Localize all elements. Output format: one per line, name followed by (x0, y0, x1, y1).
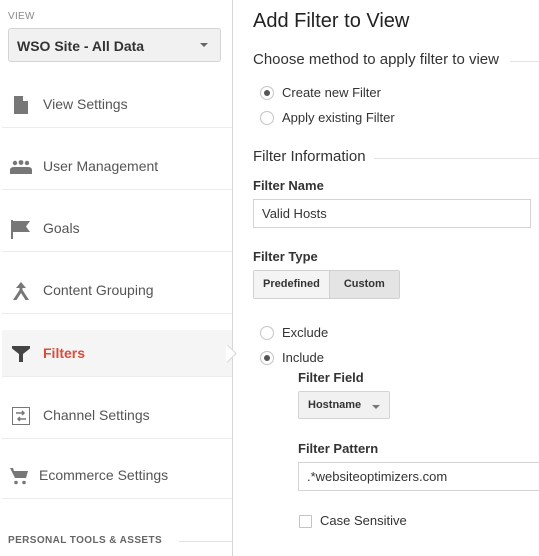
view-selector[interactable]: WSO Site - All Data (8, 28, 221, 62)
radio-button[interactable] (260, 351, 274, 365)
sidebar-item-filters[interactable]: Filters (2, 330, 232, 377)
filter-pattern-label: Filter Pattern (298, 441, 379, 456)
view-selector-value: WSO Site - All Data (17, 38, 145, 54)
info-section-title: Filter Information (253, 148, 366, 165)
flag-icon (10, 219, 32, 239)
radio-button[interactable] (260, 326, 274, 340)
tab-predefined[interactable]: Predefined (254, 271, 329, 298)
sidebar-item-label: User Management (43, 158, 159, 174)
tab-custom[interactable]: Custom (328, 271, 399, 298)
channel-settings-icon (10, 406, 32, 426)
filter-field-dropdown[interactable]: Hostname (298, 391, 390, 419)
sidebar: VIEW WSO Site - All Data View Settings U… (0, 0, 233, 556)
view-label: VIEW (8, 11, 35, 22)
filter-type-label: Filter Type (253, 249, 318, 264)
sidebar-item-label: Filters (43, 345, 86, 361)
sidebar-item-user-management[interactable]: User Management (2, 143, 232, 190)
section-divider (510, 61, 539, 62)
sidebar-item-channel-settings[interactable]: Channel Settings (2, 392, 232, 439)
radio-label: Apply existing Filter (282, 110, 395, 125)
filter-pattern-input[interactable] (298, 462, 539, 491)
content-grouping-icon (10, 281, 32, 301)
radio-button[interactable] (260, 86, 274, 100)
sidebar-item-goals[interactable]: Goals (2, 205, 232, 252)
sidebar-item-ecommerce-settings[interactable]: Ecommerce Settings (2, 452, 232, 499)
chevron-down-icon (200, 43, 208, 47)
filter-name-label: Filter Name (253, 178, 324, 193)
sidebar-item-content-grouping[interactable]: Content Grouping (2, 267, 232, 314)
cart-icon (8, 466, 30, 486)
personal-tools-heading: PERSONAL TOOLS & ASSETS (8, 535, 163, 546)
section-divider (179, 541, 232, 542)
radio-label: Exclude (282, 325, 329, 340)
filter-field-value: Hostname (308, 399, 362, 411)
main-panel: Add Filter to View Choose method to appl… (234, 0, 539, 556)
app-root: VIEW WSO Site - All Data View Settings U… (0, 0, 539, 556)
sidebar-item-label: Channel Settings (43, 407, 150, 423)
sidebar-item-label: View Settings (43, 96, 128, 112)
users-icon (10, 157, 32, 177)
radio-button[interactable] (260, 111, 274, 125)
sidebar-item-label: Ecommerce Settings (39, 467, 169, 483)
filter-icon (10, 344, 32, 364)
filter-type-toggle: Predefined Custom (253, 270, 400, 299)
chevron-down-icon (372, 405, 380, 409)
radio-label: Include (282, 350, 324, 365)
radio-label: Create new Filter (282, 85, 381, 100)
page-title: Add Filter to View (253, 10, 410, 32)
method-section-title: Choose method to apply filter to view (253, 51, 499, 68)
sidebar-item-view-settings[interactable]: View Settings (2, 81, 232, 128)
document-icon (10, 95, 32, 115)
sidebar-item-label: Goals (43, 220, 80, 236)
checkbox-label: Case Sensitive (320, 513, 407, 528)
case-sensitive-checkbox[interactable] (299, 515, 312, 528)
filter-name-input[interactable] (253, 199, 531, 228)
filter-field-label: Filter Field (298, 370, 364, 385)
section-divider (374, 158, 539, 159)
sidebar-item-label: Content Grouping (43, 282, 154, 298)
